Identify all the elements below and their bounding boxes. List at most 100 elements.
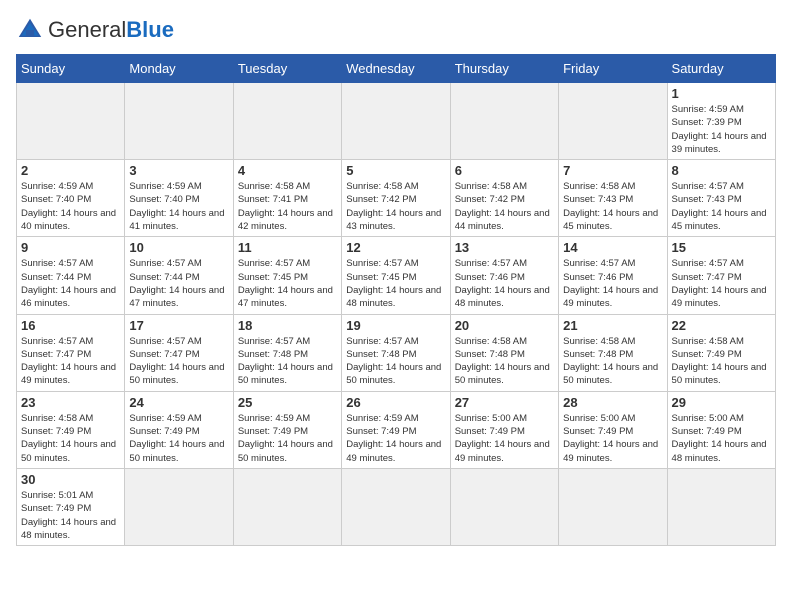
- day-number: 24: [129, 395, 228, 410]
- day-number: 10: [129, 240, 228, 255]
- day-info: Sunrise: 4:59 AM Sunset: 7:49 PM Dayligh…: [346, 412, 445, 465]
- day-info: Sunrise: 4:59 AM Sunset: 7:39 PM Dayligh…: [672, 103, 771, 156]
- day-info: Sunrise: 4:57 AM Sunset: 7:45 PM Dayligh…: [238, 257, 337, 310]
- calendar-cell: 11Sunrise: 4:57 AM Sunset: 7:45 PM Dayli…: [233, 237, 341, 314]
- calendar-cell: 23 Sunrise: 4:58 AM Sunset: 7:49 PM Dayli…: [17, 391, 125, 468]
- calendar-cell: [667, 468, 775, 545]
- calendar-cell: 2 Sunrise: 4:59 AM Sunset: 7:40 PM Daylig…: [17, 160, 125, 237]
- logo-general: GeneralBlue: [48, 17, 174, 42]
- day-info: Sunrise: 4:58 AM Sunset: 7:42 PM Dayligh…: [455, 180, 554, 233]
- day-info: Sunrise: 5:00 AM Sunset: 7:49 PM Dayligh…: [455, 412, 554, 465]
- day-info: Sunrise: 4:58 AM Sunset: 7:49 PM Dayligh…: [21, 412, 120, 465]
- day-info: Sunrise: 4:57 AM Sunset: 7:47 PM Dayligh…: [672, 257, 771, 310]
- day-number: 19: [346, 318, 445, 333]
- day-number: 27: [455, 395, 554, 410]
- day-number: 2: [21, 163, 120, 178]
- calendar-cell: 9 Sunrise: 4:57 AM Sunset: 7:44 PM Daylig…: [17, 237, 125, 314]
- calendar-week-6: 30 Sunrise: 5:01 AM Sunset: 7:49 PM Dayli…: [17, 468, 776, 545]
- day-number: 1: [672, 86, 771, 101]
- day-number: 18: [238, 318, 337, 333]
- calendar-cell: 26 Sunrise: 4:59 AM Sunset: 7:49 PM Dayli…: [342, 391, 450, 468]
- calendar-cell: 7 Sunrise: 4:58 AM Sunset: 7:43 PM Daylig…: [559, 160, 667, 237]
- day-info: Sunrise: 4:58 AM Sunset: 7:48 PM Dayligh…: [563, 335, 662, 388]
- calendar-cell: 28 Sunrise: 5:00 AM Sunset: 7:49 PM Dayli…: [559, 391, 667, 468]
- calendar-cell: 17Sunrise: 4:57 AM Sunset: 7:47 PM Dayli…: [125, 314, 233, 391]
- day-info: Sunrise: 4:58 AM Sunset: 7:43 PM Dayligh…: [563, 180, 662, 233]
- calendar-cell: [450, 468, 558, 545]
- calendar-cell: 12 Sunrise: 4:57 AM Sunset: 7:45 PM Dayli…: [342, 237, 450, 314]
- day-number: 23: [21, 395, 120, 410]
- calendar-week-3: 9 Sunrise: 4:57 AM Sunset: 7:44 PM Daylig…: [17, 237, 776, 314]
- calendar-cell: 1 Sunrise: 4:59 AM Sunset: 7:39 PM Daylig…: [667, 83, 775, 160]
- calendar-cell: 24 Sunrise: 4:59 AM Sunset: 7:49 PM Dayli…: [125, 391, 233, 468]
- day-info: Sunrise: 4:59 AM Sunset: 7:49 PM Dayligh…: [129, 412, 228, 465]
- day-info: Sunrise: 4:57 AM Sunset: 7:46 PM Dayligh…: [563, 257, 662, 310]
- calendar-week-2: 2 Sunrise: 4:59 AM Sunset: 7:40 PM Daylig…: [17, 160, 776, 237]
- day-info: Sunrise: 5:01 AM Sunset: 7:49 PM Dayligh…: [21, 489, 120, 542]
- calendar-cell: 27 Sunrise: 5:00 AM Sunset: 7:49 PM Dayli…: [450, 391, 558, 468]
- day-number: 21: [563, 318, 662, 333]
- calendar-cell: [559, 468, 667, 545]
- day-number: 16: [21, 318, 120, 333]
- calendar-cell: 22 Sunrise: 4:58 AM Sunset: 7:49 PM Dayli…: [667, 314, 775, 391]
- calendar-week-5: 23 Sunrise: 4:58 AM Sunset: 7:49 PM Dayli…: [17, 391, 776, 468]
- day-info: Sunrise: 4:57 AM Sunset: 7:46 PM Dayligh…: [455, 257, 554, 310]
- day-info: Sunrise: 4:57 AM Sunset: 7:45 PM Dayligh…: [346, 257, 445, 310]
- calendar-cell: 25Sunrise: 4:59 AM Sunset: 7:49 PM Dayli…: [233, 391, 341, 468]
- logo: GeneralBlue: [16, 16, 174, 44]
- day-info: Sunrise: 4:59 AM Sunset: 7:40 PM Dayligh…: [21, 180, 120, 233]
- day-number: 12: [346, 240, 445, 255]
- col-header-monday: Monday: [125, 55, 233, 83]
- logo-text: GeneralBlue: [48, 19, 174, 42]
- calendar-cell: [125, 83, 233, 160]
- day-info: Sunrise: 4:58 AM Sunset: 7:42 PM Dayligh…: [346, 180, 445, 233]
- col-header-sunday: Sunday: [17, 55, 125, 83]
- day-number: 30: [21, 472, 120, 487]
- day-number: 8: [672, 163, 771, 178]
- day-number: 26: [346, 395, 445, 410]
- logo-blue-text: Blue: [126, 17, 174, 42]
- day-number: 5: [346, 163, 445, 178]
- day-number: 4: [238, 163, 337, 178]
- day-info: Sunrise: 4:59 AM Sunset: 7:49 PM Dayligh…: [238, 412, 337, 465]
- day-info: Sunrise: 4:57 AM Sunset: 7:44 PM Dayligh…: [129, 257, 228, 310]
- day-number: 20: [455, 318, 554, 333]
- calendar-cell: 3Sunrise: 4:59 AM Sunset: 7:40 PM Daylig…: [125, 160, 233, 237]
- calendar-cell: 13Sunrise: 4:57 AM Sunset: 7:46 PM Dayli…: [450, 237, 558, 314]
- calendar-cell: 30 Sunrise: 5:01 AM Sunset: 7:49 PM Dayli…: [17, 468, 125, 545]
- calendar-cell: 6 Sunrise: 4:58 AM Sunset: 7:42 PM Daylig…: [450, 160, 558, 237]
- day-number: 7: [563, 163, 662, 178]
- day-info: Sunrise: 4:57 AM Sunset: 7:47 PM Dayligh…: [129, 335, 228, 388]
- col-header-thursday: Thursday: [450, 55, 558, 83]
- day-info: Sunrise: 4:57 AM Sunset: 7:43 PM Dayligh…: [672, 180, 771, 233]
- calendar-cell: [450, 83, 558, 160]
- day-info: Sunrise: 5:00 AM Sunset: 7:49 PM Dayligh…: [672, 412, 771, 465]
- day-number: 3: [129, 163, 228, 178]
- calendar-cell: 20Sunrise: 4:58 AM Sunset: 7:48 PM Dayli…: [450, 314, 558, 391]
- day-number: 6: [455, 163, 554, 178]
- calendar-cell: 16 Sunrise: 4:57 AM Sunset: 7:47 PM Dayli…: [17, 314, 125, 391]
- day-number: 22: [672, 318, 771, 333]
- day-info: Sunrise: 4:57 AM Sunset: 7:48 PM Dayligh…: [346, 335, 445, 388]
- day-info: Sunrise: 4:58 AM Sunset: 7:49 PM Dayligh…: [672, 335, 771, 388]
- day-info: Sunrise: 4:57 AM Sunset: 7:48 PM Dayligh…: [238, 335, 337, 388]
- page-header: GeneralBlue: [16, 16, 776, 44]
- logo-icon: [16, 16, 44, 44]
- calendar-week-4: 16 Sunrise: 4:57 AM Sunset: 7:47 PM Dayli…: [17, 314, 776, 391]
- calendar-cell: [125, 468, 233, 545]
- calendar-table: SundayMondayTuesdayWednesdayThursdayFrid…: [16, 54, 776, 546]
- col-header-wednesday: Wednesday: [342, 55, 450, 83]
- col-header-tuesday: Tuesday: [233, 55, 341, 83]
- calendar-cell: 10 Sunrise: 4:57 AM Sunset: 7:44 PM Dayli…: [125, 237, 233, 314]
- calendar-week-1: 1 Sunrise: 4:59 AM Sunset: 7:39 PM Daylig…: [17, 83, 776, 160]
- day-number: 9: [21, 240, 120, 255]
- day-number: 29: [672, 395, 771, 410]
- calendar-cell: 15Sunrise: 4:57 AM Sunset: 7:47 PM Dayli…: [667, 237, 775, 314]
- day-info: Sunrise: 4:57 AM Sunset: 7:47 PM Dayligh…: [21, 335, 120, 388]
- calendar-cell: [342, 83, 450, 160]
- day-number: 28: [563, 395, 662, 410]
- calendar-cell: 29 Sunrise: 5:00 AM Sunset: 7:49 PM Dayli…: [667, 391, 775, 468]
- calendar-header-row: SundayMondayTuesdayWednesdayThursdayFrid…: [17, 55, 776, 83]
- day-info: Sunrise: 5:00 AM Sunset: 7:49 PM Dayligh…: [563, 412, 662, 465]
- day-info: Sunrise: 4:57 AM Sunset: 7:44 PM Dayligh…: [21, 257, 120, 310]
